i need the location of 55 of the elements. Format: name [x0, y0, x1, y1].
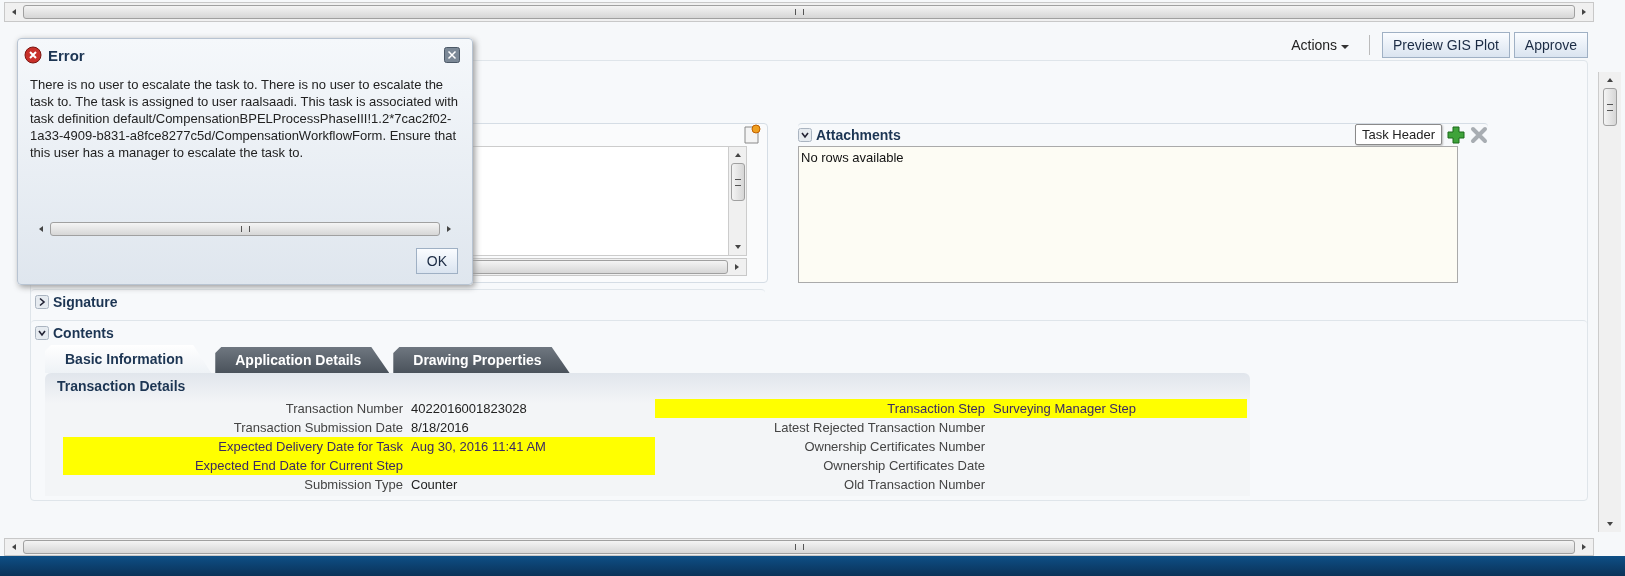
scroll-arrow-icon[interactable]: [445, 225, 453, 233]
vertical-scrollbar[interactable]: [728, 147, 746, 255]
error-message: There is no user to escalate the task to. There is no user to escalate the task to. The task is assigned to user raalsaadi. This task is associated with task definition default/CompensationBPELProcessPhaseIII!1.2*7cac2f02-1a33-4909-b831-a8fce8277c5d/CompensationWorkflowForm. Ensure that this user has a manager to escalate the task to.: [30, 76, 459, 162]
add-icon[interactable]: [1446, 124, 1466, 145]
scroll-arrow-icon[interactable]: [1580, 8, 1588, 16]
tab[interactable]: Drawing Properties: [393, 347, 570, 373]
horizontal-scrollbar[interactable]: [4, 538, 1594, 556]
ok-button[interactable]: OK: [415, 248, 458, 274]
close-icon[interactable]: [444, 47, 460, 63]
scroll-arrow-icon[interactable]: [733, 151, 742, 159]
field-value: Aug 30, 2016 11:41 AM: [411, 439, 546, 454]
field-value: Surveying Manager Step: [993, 401, 1137, 416]
scroll-arrow-icon[interactable]: [10, 543, 18, 551]
scroll-arrow-icon[interactable]: [1606, 520, 1614, 528]
section-title: Signature: [53, 294, 118, 310]
field-label: Submission Type: [303, 477, 403, 492]
scroll-arrow-icon[interactable]: [10, 8, 18, 16]
tab[interactable]: Basic Information: [45, 345, 212, 373]
scroll-arrow-icon[interactable]: [733, 263, 741, 271]
field-label: Ownership Certificates Date: [822, 458, 985, 473]
toolbar-button[interactable]: Preview GIS Plot: [1382, 32, 1510, 58]
tab[interactable]: Application Details: [215, 347, 390, 373]
section-header[interactable]: Contents: [31, 320, 1587, 345]
expand-icon[interactable]: [35, 295, 49, 309]
field-label: Transaction Submission Date: [232, 420, 403, 435]
error-icon: [24, 46, 42, 64]
field-value: Counter: [411, 477, 458, 492]
toolbar-button[interactable]: Approve: [1513, 32, 1588, 58]
caret-icon: [1341, 44, 1349, 50]
field-label: Transaction Number: [284, 401, 403, 416]
scroll-arrow-icon[interactable]: [1606, 76, 1614, 84]
empty-message: No rows available: [801, 149, 904, 165]
actions-menu[interactable]: Actions: [1283, 37, 1357, 53]
field-label: Ownership Certificates Number: [803, 439, 985, 454]
horizontal-scrollbar[interactable]: [4, 2, 1594, 22]
dialog-title: Error: [48, 46, 85, 64]
scroll-arrow-icon[interactable]: [1580, 543, 1588, 551]
scroll-arrow-icon[interactable]: [733, 243, 742, 251]
field-label: Transaction Step: [886, 401, 985, 416]
section-title: Contents: [53, 325, 114, 341]
field-value: 4022016001823028: [411, 401, 527, 416]
tooltip: Task Header: [1355, 124, 1442, 146]
section-title: Attachments: [816, 126, 901, 143]
scroll-arrow-icon[interactable]: [37, 225, 45, 233]
field-value: 8/18/2016: [411, 420, 469, 435]
field-label: Latest Rejected Transaction Number: [773, 420, 985, 435]
add-note-icon[interactable]: [743, 124, 761, 144]
field-label: Expected End Date for Current Step: [193, 458, 403, 473]
field-label: Old Transaction Number: [843, 477, 985, 492]
vertical-scrollbar[interactable]: [1598, 72, 1621, 532]
collapse-icon[interactable]: [798, 127, 812, 142]
field-label: Expected Delivery Date for Task: [217, 439, 403, 454]
collapse-icon[interactable]: [35, 326, 49, 340]
section-header[interactable]: Signature: [31, 289, 765, 314]
subsection-title: Transaction Details: [56, 377, 187, 396]
